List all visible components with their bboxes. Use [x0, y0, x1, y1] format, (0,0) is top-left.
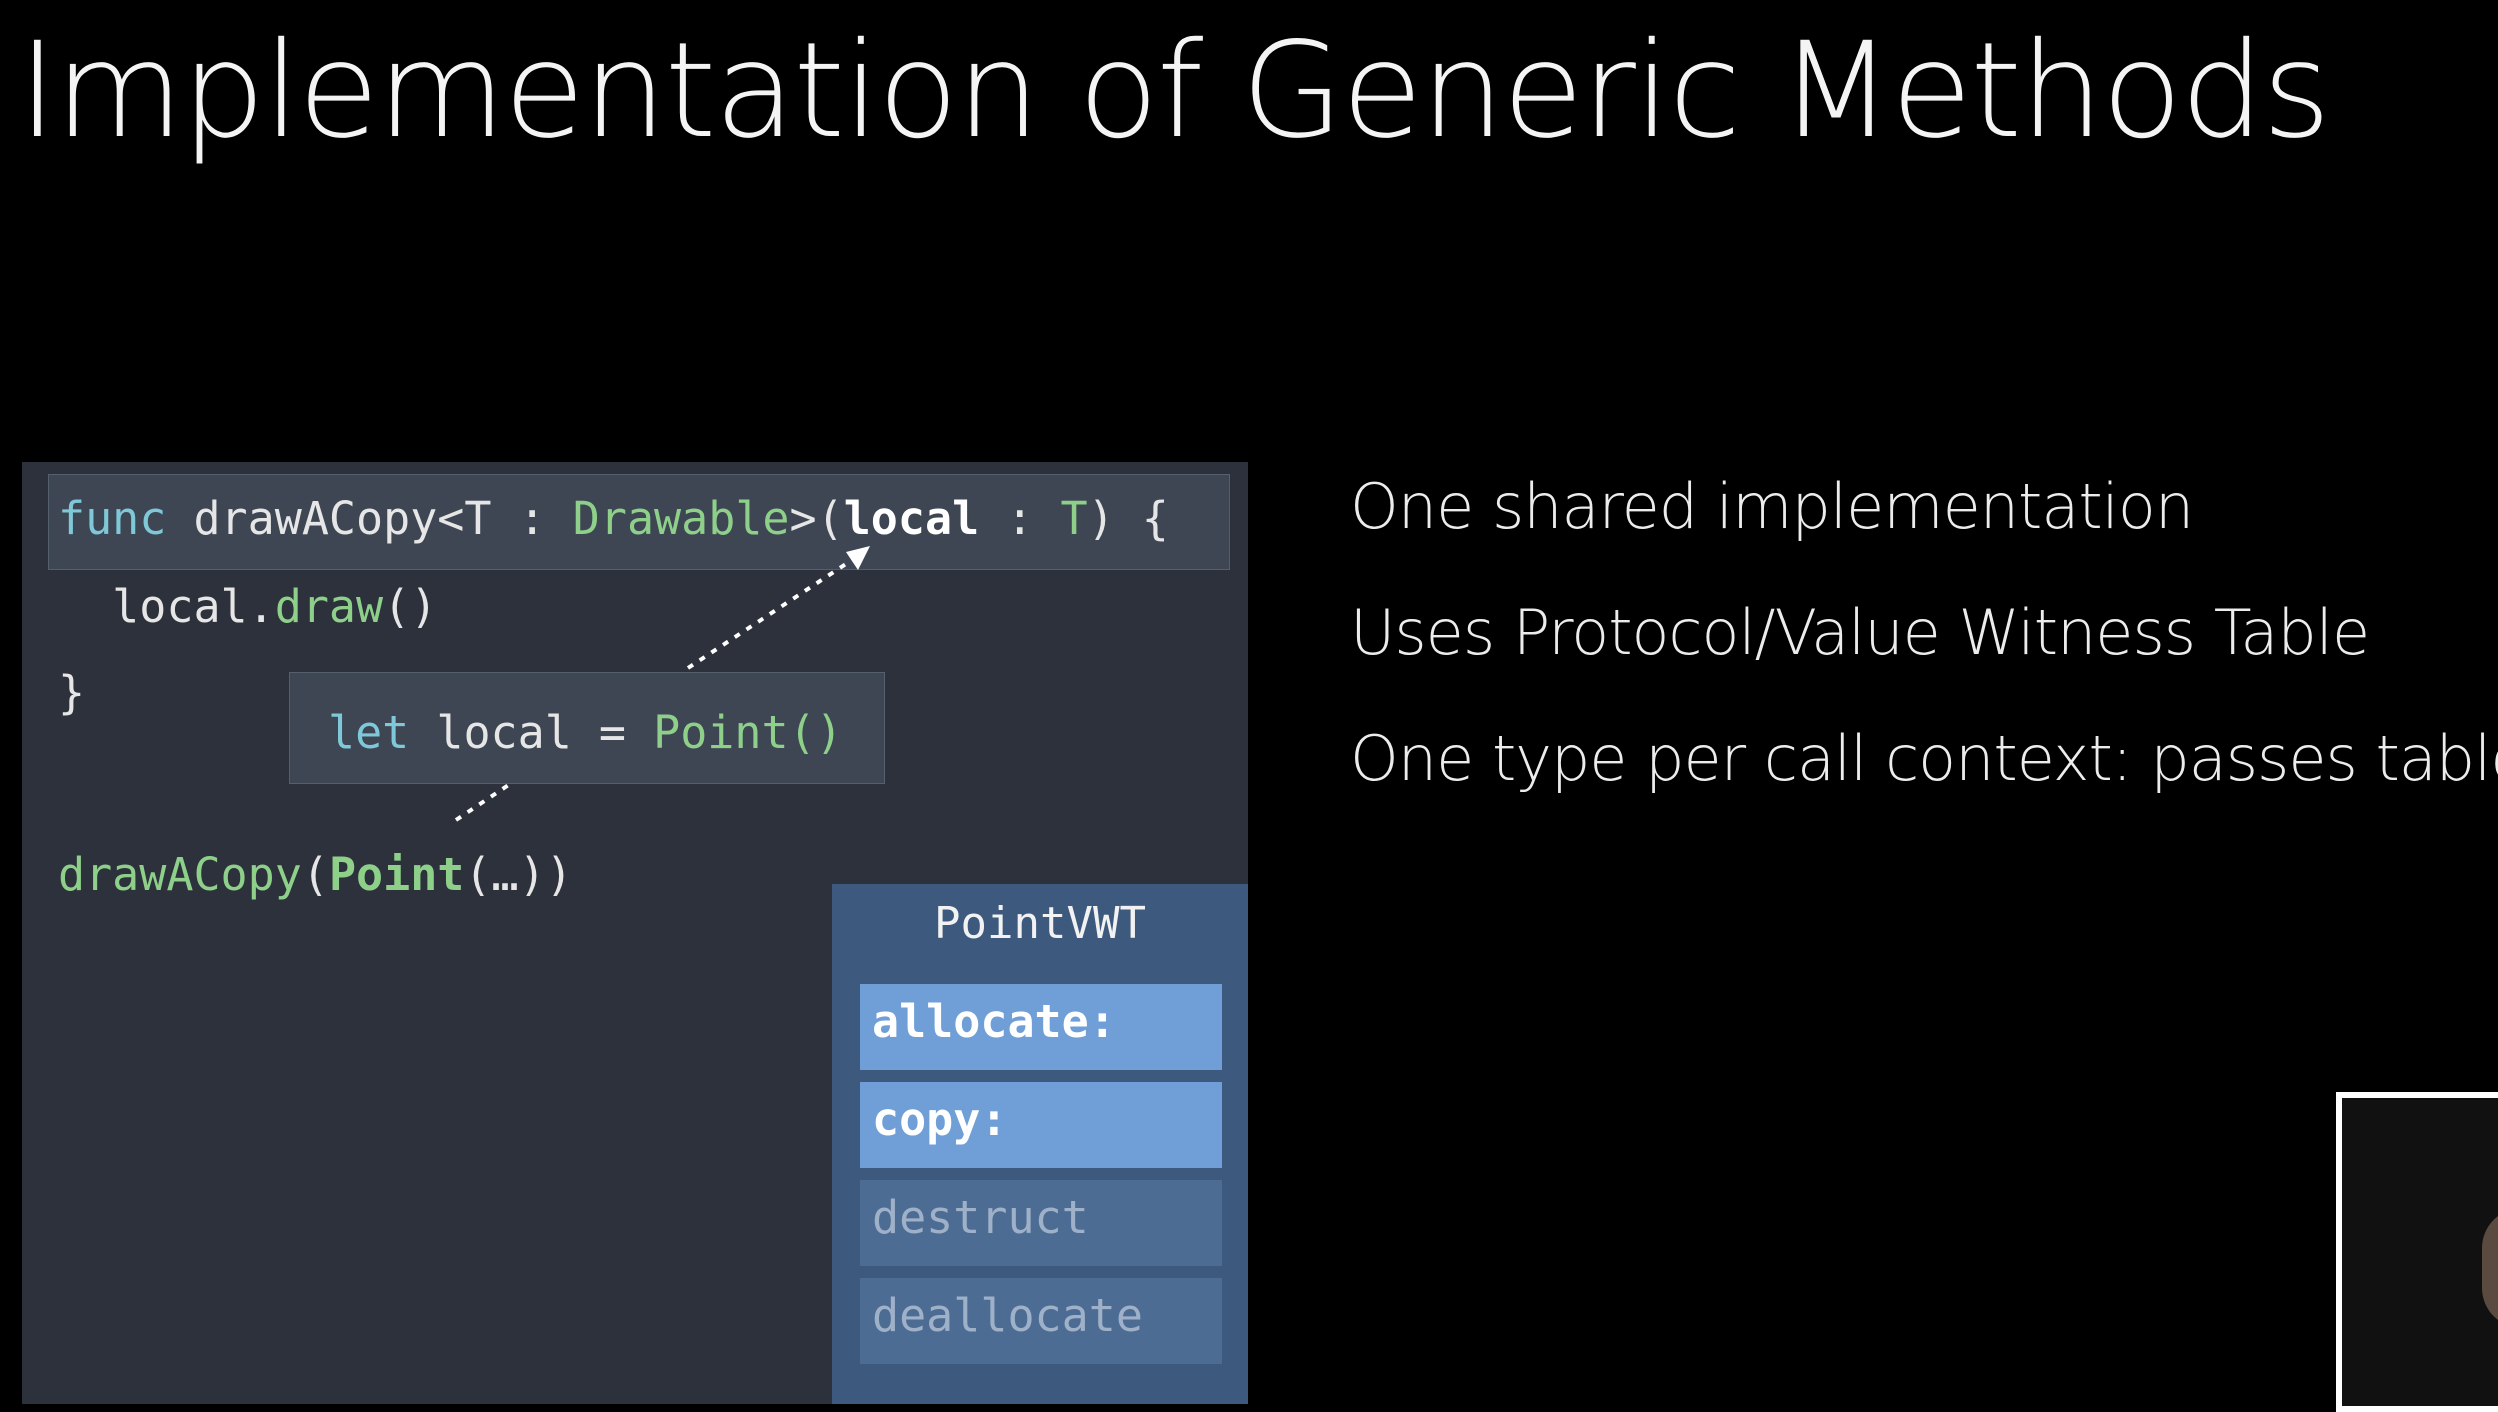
bullet-1: One shared implementation	[1350, 470, 2194, 543]
vwt-title: PointVWT	[934, 898, 1146, 949]
bullet-3: One type per call context: passes tables	[1350, 722, 2498, 795]
dotted-arrows	[454, 546, 870, 822]
speaker-image	[2482, 1208, 2498, 1328]
dotted-connector-upper	[686, 554, 860, 670]
vwt-row-destruct: destruct	[860, 1180, 1222, 1266]
arrowhead-icon	[846, 546, 870, 570]
vwt-row-copy: copy:	[860, 1082, 1222, 1168]
vwt-row-allocate: allocate:	[860, 984, 1222, 1070]
vwt-row-deallocate: deallocate	[860, 1278, 1222, 1364]
speaker-video-inset	[2336, 1092, 2498, 1412]
point-vwt-table: PointVWT allocate: copy: destruct deallo…	[832, 884, 1248, 1404]
bullet-2: Uses Protocol/Value Witness Table	[1350, 596, 2370, 669]
dotted-connector-lower	[454, 782, 512, 822]
